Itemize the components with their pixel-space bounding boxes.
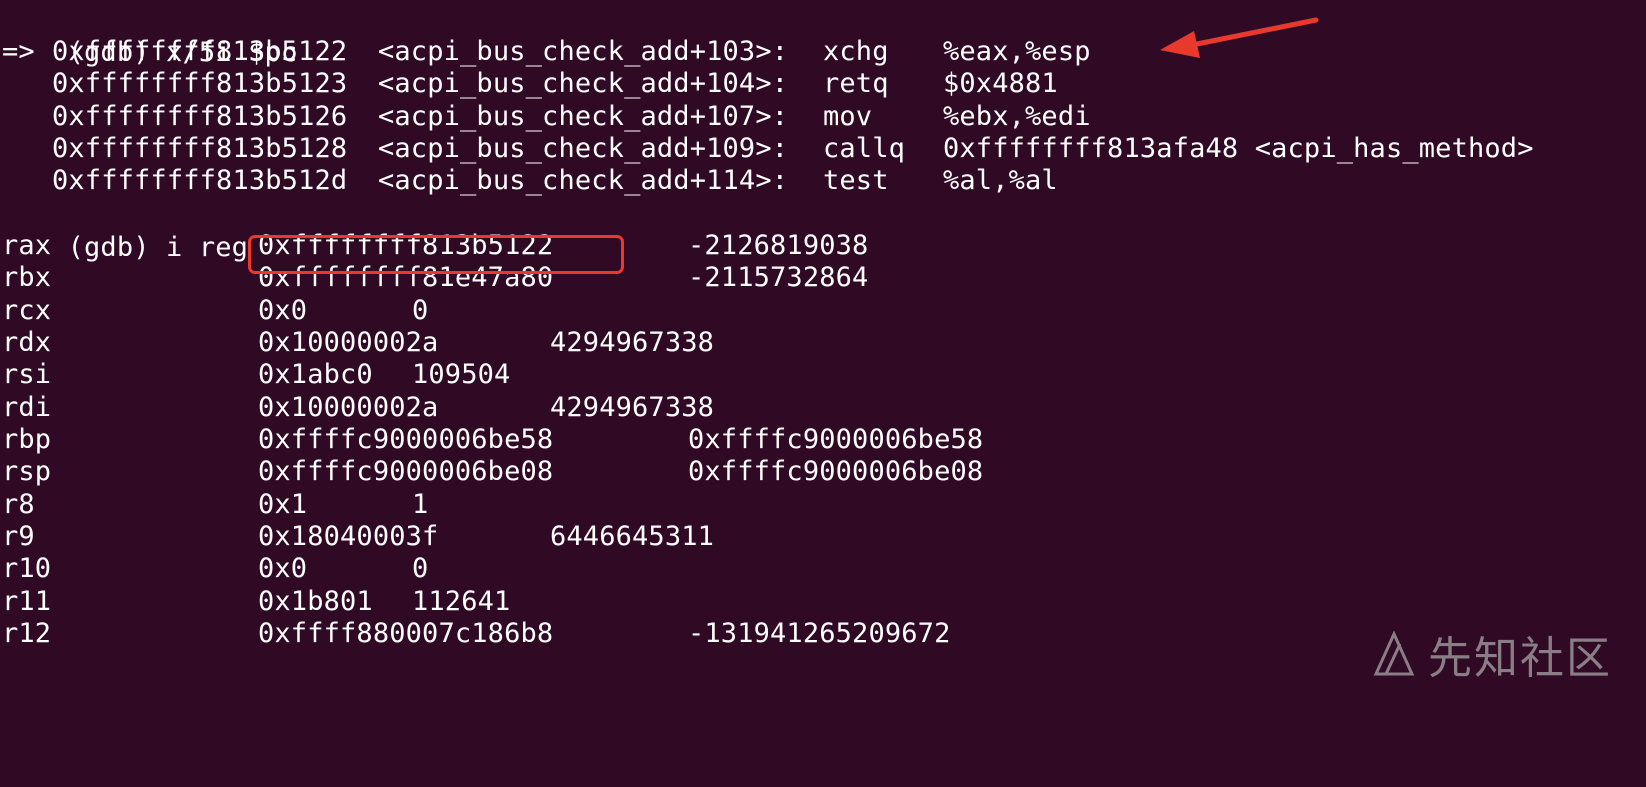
register-row: r10 0x0 0 — [2, 552, 1642, 586]
register-name: rcx — [2, 295, 52, 326]
register-name: rbx — [2, 262, 52, 293]
register-hex-value: 0x0 — [258, 295, 308, 326]
register-name: r10 — [2, 553, 52, 584]
xianzhi-watermark: 先知社区 — [1370, 622, 1612, 686]
register-name: r11 — [2, 586, 52, 617]
register-natural-value: 0xffffc9000006be08 — [688, 456, 984, 487]
register-hex-value: 0xffffc9000006be08 — [258, 456, 554, 487]
register-name: r12 — [2, 618, 52, 649]
rax-highlight-box — [248, 235, 624, 274]
register-row: rsp 0xffffc9000006be08 0xffffc9000006be0… — [2, 455, 1642, 489]
instruction-mnemonic: xchg — [823, 36, 889, 67]
register-hex-value: 0xffffc9000006be58 — [258, 424, 554, 455]
register-natural-value: -2126819038 — [688, 230, 869, 261]
register-hex-value: 0x10000002a — [258, 327, 439, 358]
instruction-symbol: <acpi_bus_check_add+104>: — [378, 68, 789, 99]
instruction-operands: $0x4881 — [943, 68, 1058, 99]
register-natural-value: 1 — [412, 489, 429, 520]
register-row: r11 0x1b801 112641 — [2, 585, 1642, 619]
instruction-mnemonic: mov — [823, 101, 873, 132]
register-natural-value: 6446645311 — [550, 521, 715, 552]
register-row: rdx 0x10000002a 4294967338 — [2, 326, 1642, 360]
instruction-operands: %eax,%esp — [943, 36, 1091, 67]
instruction-symbol: <acpi_bus_check_add+103>: — [378, 36, 789, 67]
register-name: r8 — [2, 489, 35, 520]
instruction-symbol: <acpi_bus_check_add+109>: — [378, 133, 789, 164]
terminal-window[interactable]: (gdb) x/5i $pc => 0xffffffff813b5122 <ac… — [0, 0, 1646, 688]
instruction-operands: %ebx,%edi — [943, 101, 1091, 132]
register-natural-value: -2115732864 — [688, 262, 869, 293]
register-row: rdi 0x10000002a 4294967338 — [2, 391, 1642, 425]
register-natural-value: 4294967338 — [550, 392, 715, 423]
register-natural-value: 4294967338 — [550, 327, 715, 358]
gdb-prompt-line: (gdb) x/5i $pc — [2, 2, 298, 68]
instruction-mnemonic: test — [823, 165, 889, 196]
register-natural-value: 0xffffc9000006be58 — [688, 424, 984, 455]
register-hex-value: 0x18040003f — [258, 521, 439, 552]
instruction-address: 0xffffffff813b5122 — [52, 36, 348, 67]
register-hex-value: 0x1 — [258, 489, 308, 520]
register-row: rcx 0x0 0 — [2, 294, 1642, 328]
register-natural-value: -131941265209672 — [688, 618, 951, 649]
register-name: rbp — [2, 424, 52, 455]
instruction-symbol: <acpi_bus_check_add+107>: — [378, 101, 789, 132]
register-row: rbp 0xffffc9000006be58 0xffffc9000006be5… — [2, 423, 1642, 457]
register-name: rdi — [2, 392, 52, 423]
instruction-line: => 0xffffffff813b5122 <acpi_bus_check_ad… — [2, 35, 1642, 69]
register-name: rax — [2, 230, 52, 261]
instruction-address: 0xffffffff813b5126 — [52, 101, 348, 132]
register-name: r9 — [2, 521, 35, 552]
register-natural-value: 0 — [412, 295, 429, 326]
register-hex-value: 0xffff880007c186b8 — [258, 618, 554, 649]
register-hex-value: 0x1abc0 — [258, 359, 373, 390]
register-name: rsi — [2, 359, 52, 390]
instruction-line: 0xffffffff813b5123 <acpi_bus_check_add+1… — [2, 67, 1642, 101]
register-hex-value: 0x0 — [258, 553, 308, 584]
instruction-operands: %al,%al — [943, 165, 1058, 196]
gdb-prompt-line: (gdb) i reg — [2, 197, 248, 263]
register-natural-value: 112641 — [412, 586, 511, 617]
xianzhi-logo-icon — [1373, 630, 1415, 676]
register-row: rsi 0x1abc0 109504 — [2, 358, 1642, 392]
instruction-line: 0xffffffff813b512d <acpi_bus_check_add+1… — [2, 164, 1642, 198]
watermark-text: 先知社区 — [1428, 633, 1612, 684]
register-natural-value: 109504 — [412, 359, 511, 390]
register-name: rdx — [2, 327, 52, 358]
register-name: rsp — [2, 456, 52, 487]
register-row: r9 0x18040003f 6446645311 — [2, 520, 1642, 554]
register-row: r8 0x1 1 — [2, 488, 1642, 522]
register-hex-value: 0x1b801 — [258, 586, 373, 617]
instruction-mnemonic: callq — [823, 133, 906, 164]
instruction-mnemonic: retq — [823, 68, 889, 99]
instruction-line: 0xffffffff813b5128 <acpi_bus_check_add+1… — [2, 132, 1642, 166]
instruction-address: 0xffffffff813b5128 — [52, 133, 348, 164]
instruction-address: 0xffffffff813b5123 — [52, 68, 348, 99]
current-instruction-marker: => — [2, 36, 35, 67]
instruction-operands: 0xffffffff813afa48 <acpi_has_method> — [943, 133, 1534, 164]
instruction-line: 0xffffffff813b5126 <acpi_bus_check_add+1… — [2, 100, 1642, 134]
register-natural-value: 0 — [412, 553, 429, 584]
instruction-address: 0xffffffff813b512d — [52, 165, 348, 196]
red-arrow-annotation — [1160, 17, 1319, 58]
register-hex-value: 0x10000002a — [258, 392, 439, 423]
instruction-symbol: <acpi_bus_check_add+114>: — [378, 165, 789, 196]
